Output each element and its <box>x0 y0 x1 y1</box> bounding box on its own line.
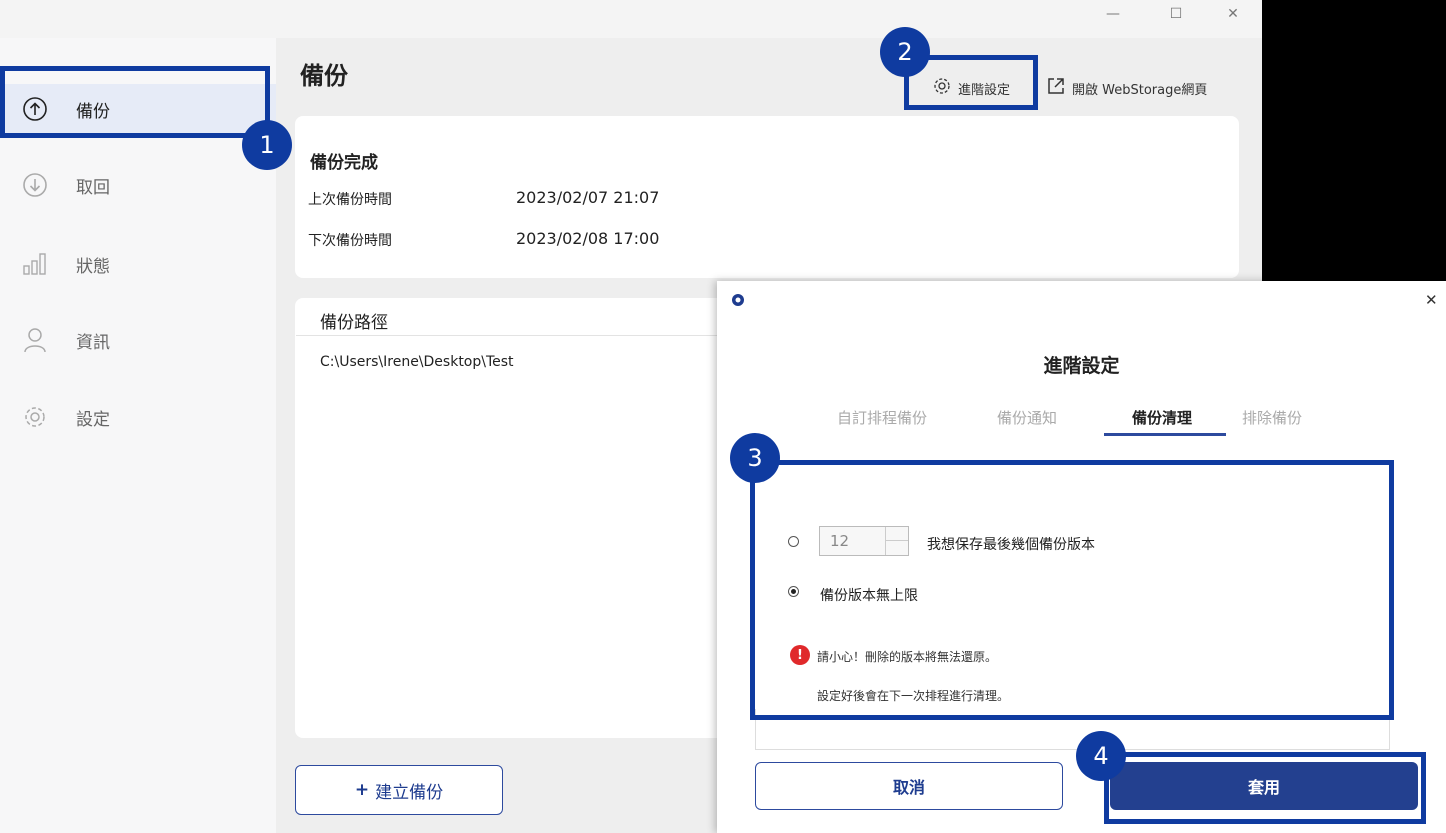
active-tab-indicator <box>1104 433 1226 436</box>
page-title: 備份 <box>300 62 348 90</box>
backup-path-value: C:\Users\Irene\Desktop\Test <box>320 354 514 370</box>
divider <box>296 335 736 336</box>
last-backup-label: 上次備份時間 <box>308 192 392 208</box>
sidebar-item-label: 資訊 <box>76 332 110 353</box>
create-backup-button[interactable]: + 建立備份 <box>295 765 503 815</box>
status-card <box>295 116 1239 278</box>
step-badge-1: 1 <box>242 120 292 170</box>
step-badge-4: 4 <box>1076 731 1126 781</box>
highlight-box-3 <box>750 460 1394 720</box>
tab-backup-cleanup[interactable]: 備份清理 <box>1132 407 1192 428</box>
gear-icon <box>18 400 52 434</box>
tab-exclude-backup[interactable]: 排除備份 <box>1242 407 1302 428</box>
sidebar-item-status[interactable]: 狀態 <box>0 239 276 289</box>
bar-chart-icon <box>18 247 52 281</box>
sidebar-item-info[interactable]: 資訊 <box>0 315 276 365</box>
tab-custom-schedule[interactable]: 自訂排程備份 <box>837 407 927 428</box>
dialog-close-button[interactable]: ✕ <box>1425 291 1438 309</box>
user-icon <box>18 323 52 357</box>
next-backup-value: 2023/02/08 17:00 <box>516 229 660 248</box>
highlight-box-1 <box>0 66 270 138</box>
sidebar-item-label: 取回 <box>76 177 110 198</box>
open-webstorage-label: 開啟 WebStorage網頁 <box>1072 82 1208 98</box>
open-webstorage-link[interactable]: 開啟 WebStorage網頁 <box>1046 76 1207 100</box>
external-link-icon <box>1046 76 1066 100</box>
close-button[interactable]: ✕ <box>1218 6 1248 22</box>
dialog-title: 進階設定 <box>1043 355 1120 377</box>
sidebar-item-restore[interactable]: 取回 <box>0 160 276 210</box>
step-badge-3: 3 <box>730 433 780 483</box>
tab-backup-notification[interactable]: 備份通知 <box>997 407 1057 428</box>
last-backup-value: 2023/02/07 21:07 <box>516 188 660 207</box>
sidebar-item-label: 設定 <box>76 409 110 430</box>
backup-path-header: 備份路徑 <box>320 313 388 333</box>
maximize-button[interactable]: ☐ <box>1161 6 1191 22</box>
backup-status-title: 備份完成 <box>310 153 378 173</box>
app-logo-icon <box>731 292 745 311</box>
highlight-box-4 <box>1104 752 1426 824</box>
sidebar-item-settings[interactable]: 設定 <box>0 392 276 442</box>
cancel-button[interactable]: 取消 <box>755 762 1063 810</box>
step-badge-2: 2 <box>880 27 930 77</box>
plus-icon: + <box>354 780 370 800</box>
create-backup-label: 建立備份 <box>375 782 444 803</box>
cloud-download-icon <box>18 168 52 202</box>
next-backup-label: 下次備份時間 <box>308 233 392 249</box>
minimize-button[interactable]: — <box>1098 6 1128 22</box>
sidebar-item-label: 狀態 <box>76 256 110 277</box>
